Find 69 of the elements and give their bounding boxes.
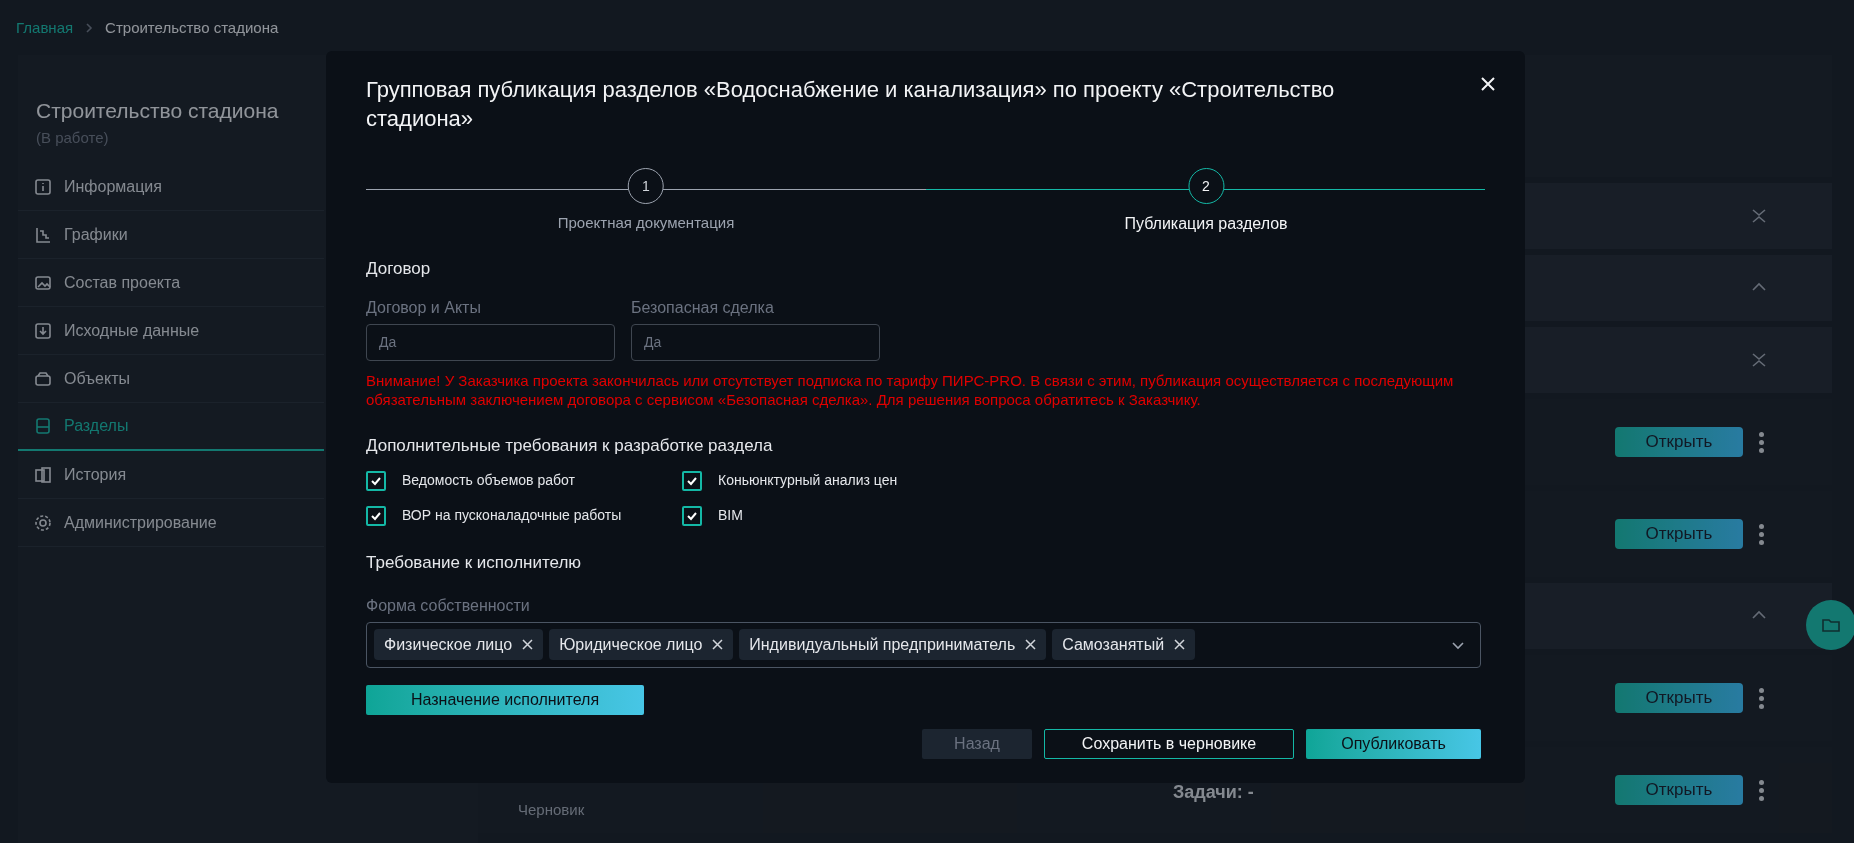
close-icon bbox=[1174, 639, 1186, 650]
field-label: Договор и Акты bbox=[366, 297, 482, 318]
open-button[interactable]: Открыть bbox=[1615, 683, 1743, 713]
sidebar-item[interactable]: Объекты bbox=[18, 355, 324, 403]
sidebar-item[interactable]: Состав проекта bbox=[18, 259, 324, 307]
step-number[interactable]: 2 bbox=[1188, 168, 1224, 204]
field-label: Безопасная сделка bbox=[631, 297, 775, 318]
dialog-title: Групповая публикация разделов «Водоснабжение и канализация» по проекту «Строительство стадиона» bbox=[366, 76, 1336, 133]
action-button[interactable]: Опубликовать bbox=[1306, 728, 1481, 759]
checkbox-label: Ведомость объемов работ bbox=[402, 471, 575, 490]
tasks-text: Задачи: - bbox=[1173, 781, 1254, 804]
section-heading: Договор bbox=[366, 258, 432, 280]
chevron-right-icon bbox=[85, 23, 94, 34]
sidebar-item[interactable]: Разделы bbox=[18, 403, 324, 451]
chart-icon bbox=[34, 225, 52, 244]
step-number[interactable]: 1 bbox=[628, 168, 664, 204]
multi-select-field[interactable]: Физическое лицо Юридическое лицо Индивидуальный предприниматель Самозанятый bbox=[366, 621, 1481, 668]
documents-icon bbox=[34, 465, 52, 484]
settings-icon bbox=[34, 513, 52, 532]
assign-executor-button[interactable]: Назначение исполнителя bbox=[366, 684, 644, 715]
sidebar-item[interactable]: История bbox=[18, 451, 324, 499]
tag-chip: Самозанятый bbox=[1052, 629, 1196, 660]
action-button[interactable]: Сохранить в черновике bbox=[1044, 728, 1294, 759]
info-icon bbox=[34, 177, 52, 196]
remove-tag-button[interactable] bbox=[1174, 639, 1186, 650]
download-icon bbox=[34, 321, 52, 340]
step-label: Проектная документация bbox=[557, 213, 735, 233]
checkbox[interactable] bbox=[366, 470, 386, 491]
remove-tag-button[interactable] bbox=[522, 639, 534, 650]
checkbox-label: Коньюнктурный анализ цен bbox=[718, 471, 898, 490]
tag-chip: Юридическое лицо bbox=[549, 629, 734, 660]
tag-chip: Физическое лицо bbox=[374, 629, 544, 660]
close-icon bbox=[522, 639, 534, 650]
input-field[interactable]: Да bbox=[366, 323, 615, 361]
close-icon bbox=[712, 639, 724, 650]
sidebar-item[interactable]: Информация bbox=[18, 163, 324, 211]
close-icon bbox=[1025, 639, 1037, 650]
checkbox-label: BIM bbox=[718, 506, 743, 525]
collapse-icon bbox=[1750, 351, 1768, 369]
folder-fab[interactable] bbox=[1806, 600, 1854, 650]
open-button[interactable]: Открыть bbox=[1615, 519, 1743, 549]
checkbox[interactable] bbox=[682, 505, 702, 526]
sidebar-item[interactable]: Администрирование bbox=[18, 499, 324, 547]
breadcrumb-link[interactable]: Главная bbox=[16, 17, 74, 40]
open-button[interactable]: Открыть bbox=[1615, 427, 1743, 457]
remove-tag-button[interactable] bbox=[1025, 639, 1037, 650]
tag-chip: Индивидуальный предприниматель bbox=[739, 629, 1047, 660]
close-button[interactable] bbox=[1479, 75, 1497, 93]
breadcrumb-link[interactable]: Строительство стадиона bbox=[105, 17, 279, 40]
image-icon bbox=[34, 273, 52, 292]
field-label: Форма собственности bbox=[366, 595, 531, 616]
warning-text: Внимание! У Заказчика проекта закончилась или отсутствует подписка по тарифу ПИРС-PRO. В связи с этим, публикация осуществляется с последующим обязательным заключением договора с сервисом «Безопасная сделка». Для решения вопроса обратитесь к Заказчику. bbox=[366, 370, 1455, 409]
step-label: Публикация разделов bbox=[1124, 214, 1288, 234]
checkbox[interactable] bbox=[682, 470, 702, 491]
open-button[interactable]: Открыть bbox=[1615, 775, 1743, 805]
checkbox-label: ВОР на пусконаладочные работы bbox=[402, 506, 622, 525]
section-heading: Требование к исполнителю bbox=[366, 552, 583, 574]
project-title: Строительство стадиона bbox=[36, 98, 279, 124]
status-text: Черновик bbox=[518, 800, 585, 820]
sidebar-item[interactable]: Исходные данные bbox=[18, 307, 324, 355]
sections-icon bbox=[34, 417, 52, 435]
checkbox[interactable] bbox=[366, 505, 386, 526]
box-icon bbox=[34, 369, 52, 388]
close-icon bbox=[1479, 75, 1497, 93]
sidebar-item[interactable]: Графики bbox=[18, 211, 324, 259]
input-field[interactable]: Да bbox=[631, 323, 880, 361]
remove-tag-button[interactable] bbox=[712, 639, 724, 650]
section-heading: Дополнительные требования к разработке раздела bbox=[366, 434, 774, 457]
collapse-icon bbox=[1750, 207, 1768, 225]
